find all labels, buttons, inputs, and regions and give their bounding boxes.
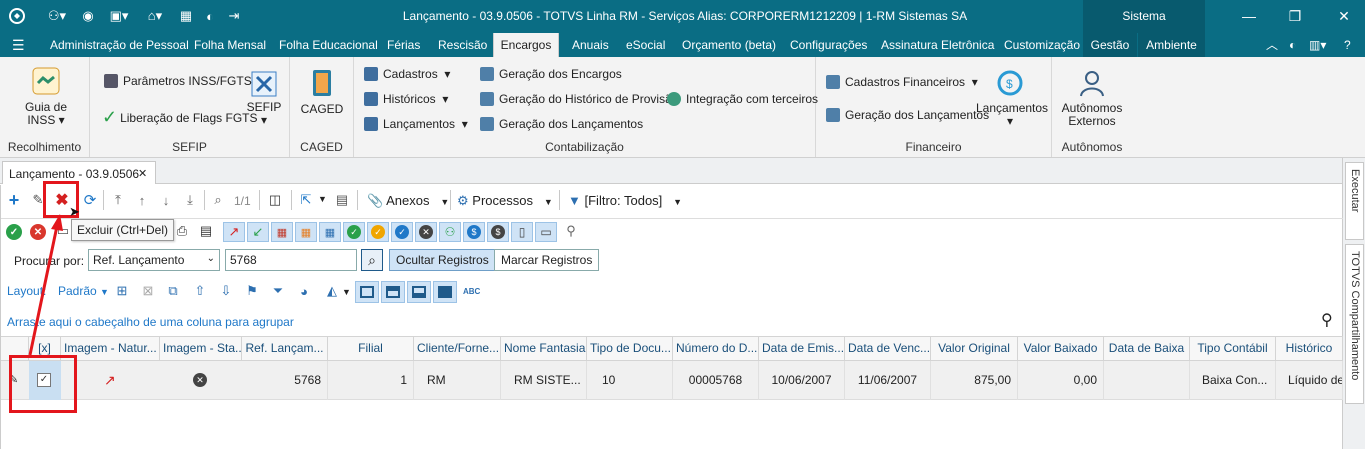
annotation-arrow: [28, 214, 63, 356]
mouse-cursor-icon: ➤: [69, 204, 80, 219]
